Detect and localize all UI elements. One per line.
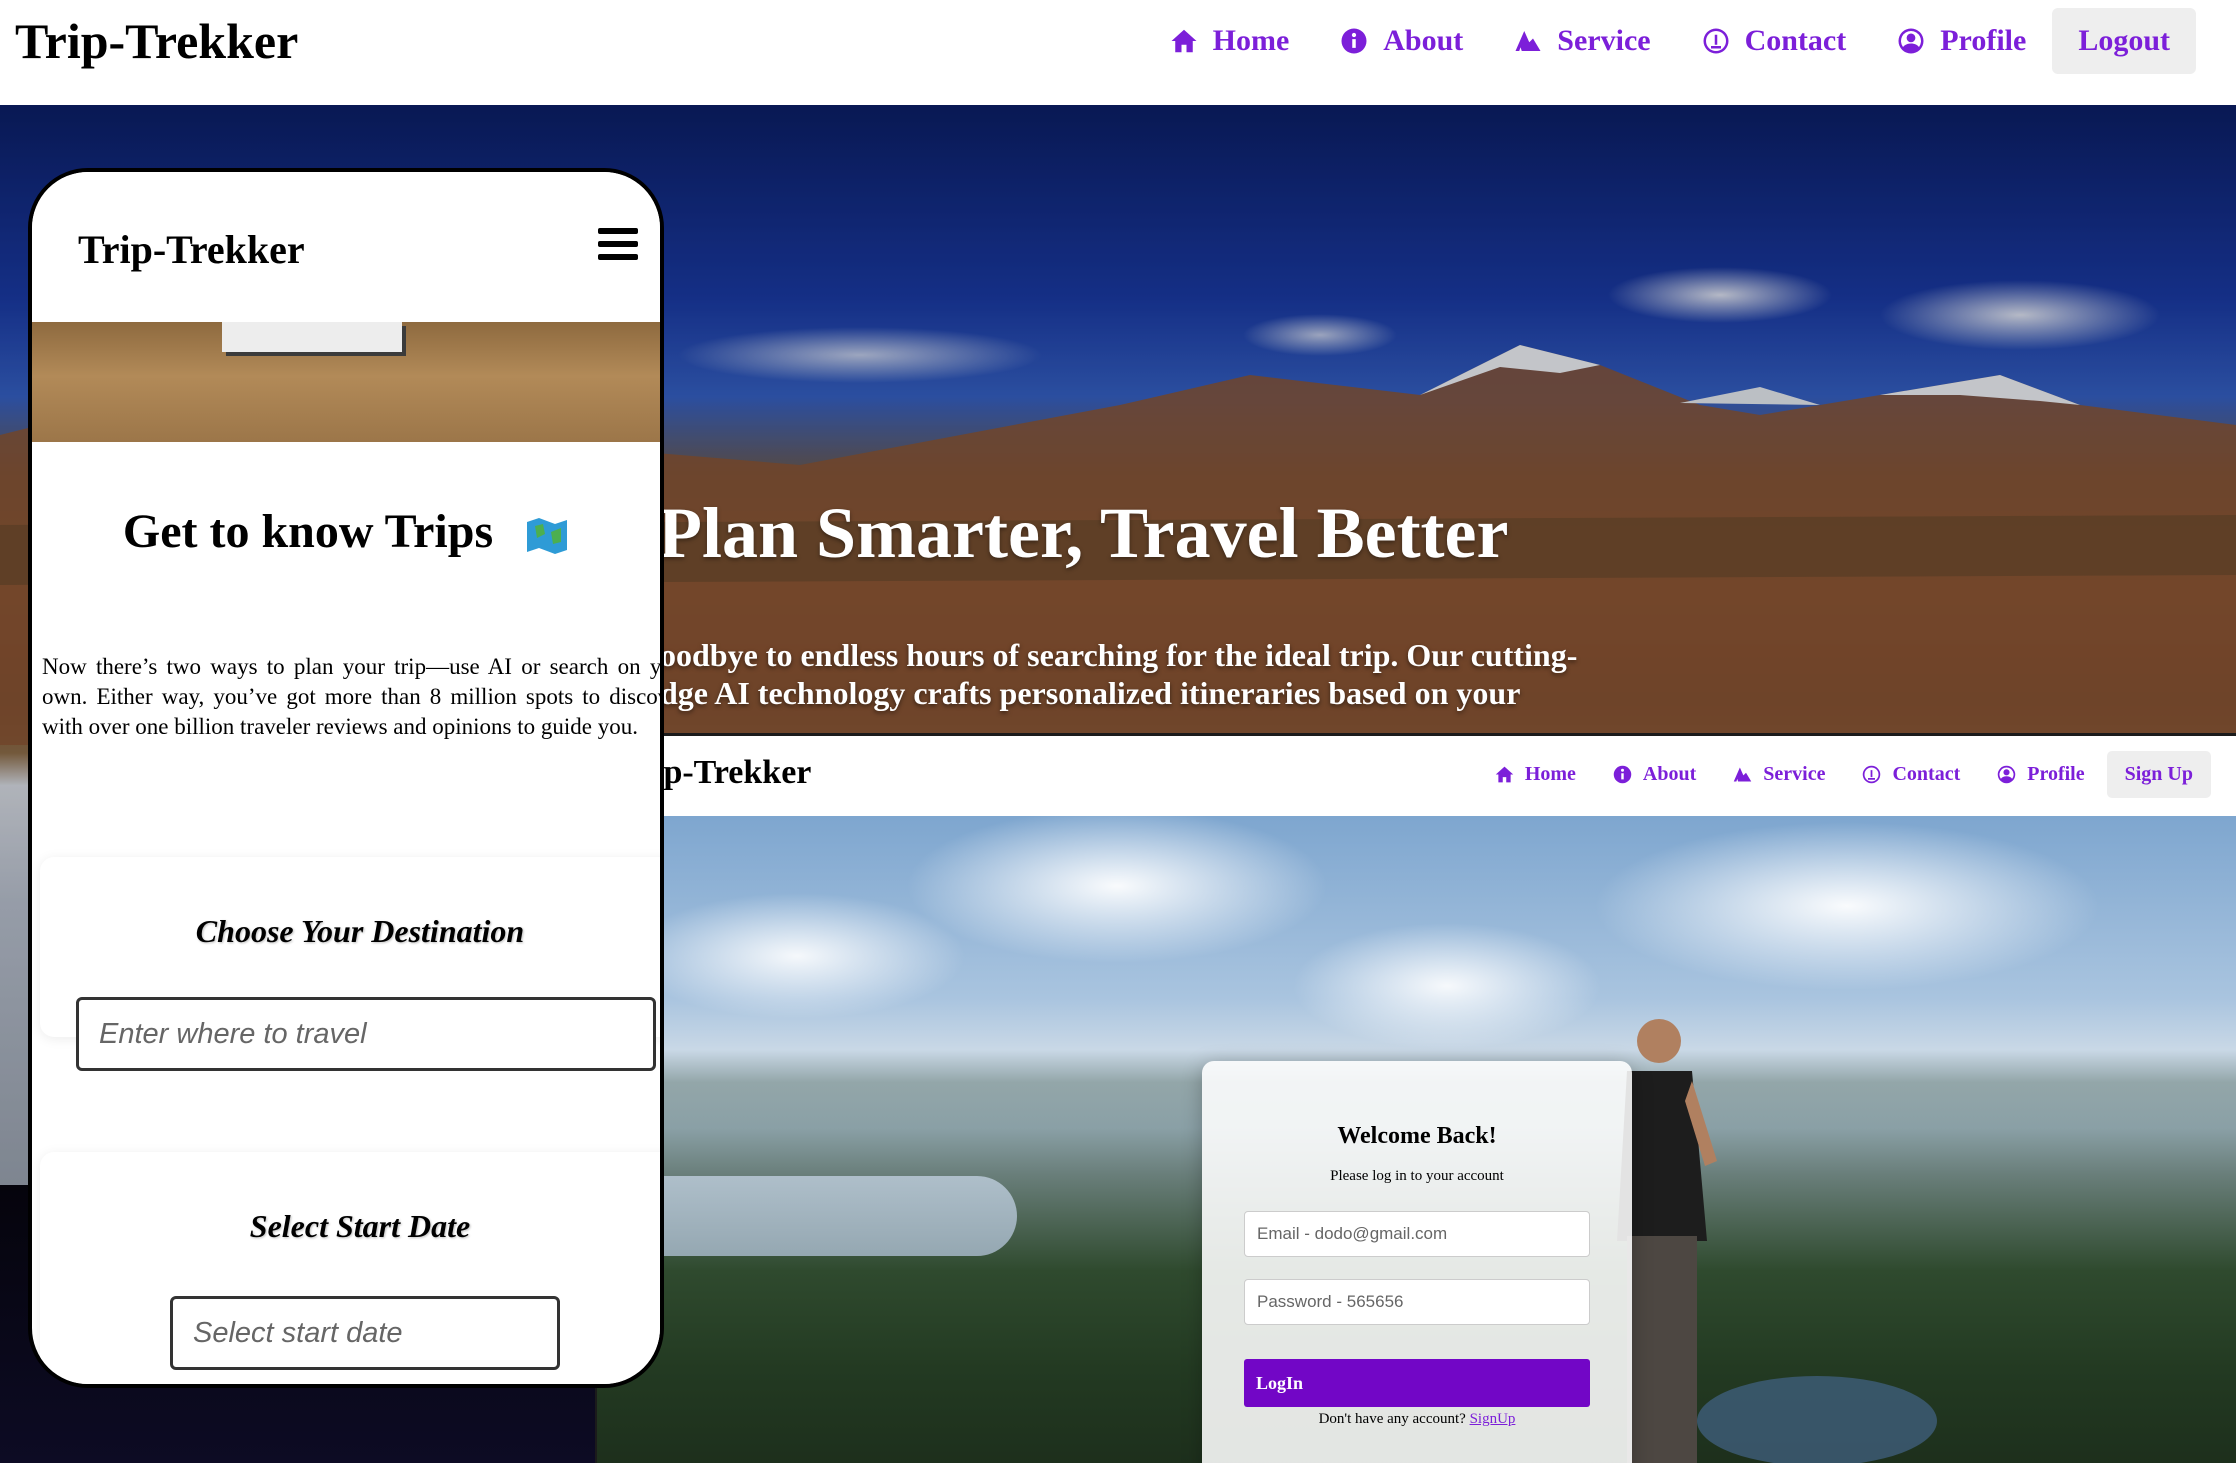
- contact-icon: [1863, 765, 1881, 783]
- mobile-mockup: Trip-Trekker Get to know Trips Now there…: [28, 168, 664, 1388]
- destination-title: Choose Your Destination: [195, 913, 525, 949]
- login-nav-links: Home About Service Contact Profile Sign …: [1458, 749, 2211, 799]
- info-icon: [1341, 28, 1367, 54]
- hamburger-menu-icon[interactable]: [598, 228, 638, 264]
- nav-profile[interactable]: Profile: [1896, 24, 2026, 58]
- hero-description: oodbye to endless hours of searching for…: [660, 637, 1578, 711]
- login-nav-about[interactable]: About: [1612, 763, 1696, 786]
- book-image: [222, 322, 402, 352]
- service-icon: [1734, 767, 1752, 781]
- login-navbar: ip-Trekker Home About Service Contact Pr…: [597, 736, 2236, 816]
- nav-contact[interactable]: Contact: [1701, 24, 1847, 58]
- logout-button[interactable]: Logout: [2052, 8, 2196, 74]
- password-field[interactable]: [1244, 1279, 1590, 1325]
- nav-service[interactable]: Service: [1513, 24, 1651, 58]
- profile-icon: [1898, 28, 1924, 54]
- nav-home[interactable]: Home: [1169, 24, 1290, 58]
- nav-about[interactable]: About: [1339, 24, 1463, 58]
- mobile-heading-text: Get to know Trips: [122, 505, 494, 558]
- login-nav-profile-label: Profile: [2027, 762, 2085, 785]
- login-card: Welcome Back! Please log in to your acco…: [1202, 1061, 1632, 1463]
- signup-link[interactable]: SignUp: [1470, 1411, 1516, 1427]
- nav-links: Home About Service Contact Profile Logou…: [1119, 4, 2196, 78]
- start-date-card: Select Start Date: [40, 1152, 660, 1384]
- profile-icon: [1997, 765, 2016, 783]
- start-date-input[interactable]: [170, 1296, 560, 1370]
- home-icon: [1171, 29, 1197, 53]
- brand-logo[interactable]: Trip-Trekker: [15, 12, 298, 70]
- service-icon: [1515, 31, 1541, 51]
- login-nav-home-label: Home: [1524, 762, 1576, 785]
- mobile-heading: Get to know Trips: [32, 504, 660, 559]
- nav-contact-label: Contact: [1744, 24, 1847, 57]
- login-nav-service-label: Service: [1763, 762, 1826, 785]
- destination-input[interactable]: [76, 997, 656, 1071]
- signup-button[interactable]: Sign Up: [2106, 750, 2211, 798]
- login-page-screenshot: ip-Trekker Home About Service Contact Pr…: [595, 733, 2236, 1463]
- mobile-intro-paragraph: Now there’s two ways to plan your trip—u…: [42, 654, 664, 739]
- login-title: Welcome Back!: [1337, 1123, 1497, 1149]
- login-nav-home[interactable]: Home: [1494, 763, 1576, 786]
- login-nav-service[interactable]: Service: [1732, 763, 1825, 786]
- login-subtitle: Please log in to your account: [1330, 1168, 1504, 1184]
- login-nav-about-label: About: [1642, 762, 1697, 785]
- mobile-hero-image: [32, 322, 660, 442]
- lake-water: [1697, 1376, 1937, 1463]
- mobile-brand-logo[interactable]: Trip-Trekker: [78, 226, 305, 273]
- top-navbar: Trip-Trekker Home About Service Contact …: [0, 0, 2236, 105]
- home-icon: [1495, 766, 1514, 782]
- signup-prompt-text: Don't have any account?: [1318, 1411, 1470, 1427]
- email-field[interactable]: [1244, 1211, 1590, 1257]
- destination-card: Choose Your Destination: [40, 857, 660, 1071]
- hero-title: Plan Smarter, Travel Better: [658, 493, 1509, 573]
- nav-profile-label: Profile: [1940, 24, 2027, 57]
- nav-service-label: Service: [1557, 24, 1651, 57]
- login-nav-contact-label: Contact: [1892, 762, 1961, 785]
- login-nav-profile[interactable]: Profile: [1996, 762, 2085, 786]
- hiker-landscape-image: Welcome Back! Please log in to your acco…: [597, 816, 2236, 1463]
- signup-prompt: Don't have any account? SignUp: [1202, 1411, 1632, 1428]
- nav-about-label: About: [1383, 24, 1464, 57]
- contact-icon: [1703, 28, 1729, 54]
- start-date-title: Select Start Date: [249, 1208, 471, 1244]
- login-button[interactable]: LogIn: [1244, 1359, 1590, 1407]
- login-nav-contact[interactable]: Contact: [1861, 763, 1960, 786]
- nav-home-label: Home: [1212, 24, 1290, 57]
- mobile-header: Trip-Trekker: [32, 172, 660, 322]
- info-icon: [1613, 765, 1632, 783]
- map-icon: [527, 517, 568, 554]
- login-brand-logo[interactable]: ip-Trekker: [654, 754, 811, 792]
